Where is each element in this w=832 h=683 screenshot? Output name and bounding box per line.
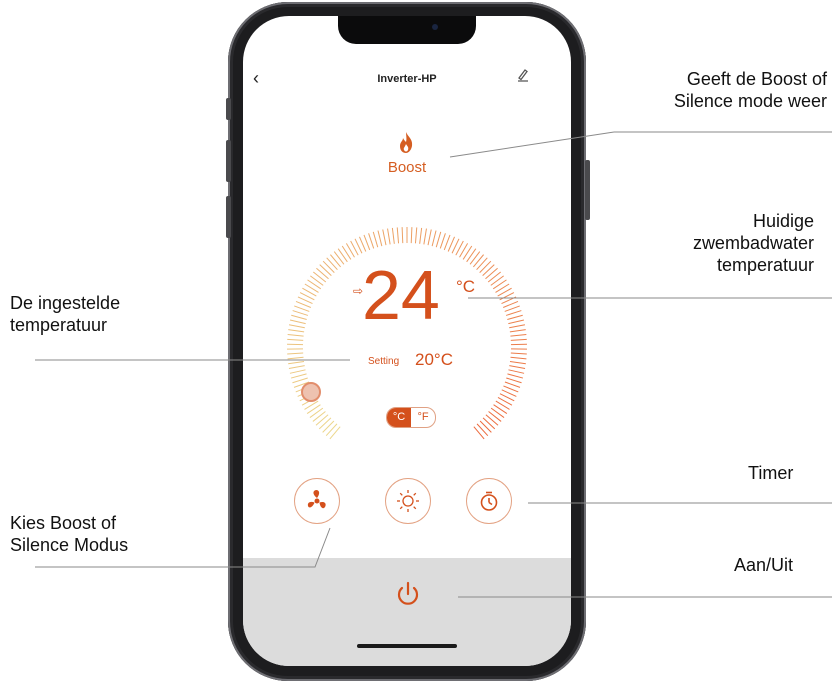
annotation-timer: Timer — [748, 463, 794, 483]
annotation-mode: Geeft de Boost of Silence mode weer — [673, 69, 827, 111]
annotation-mode-select: Kies Boost of Silence Modus — [10, 513, 129, 555]
annotation-current-temp: Huidige zwembadwater temperatuur — [692, 211, 814, 275]
callout-line-mode — [449, 131, 615, 158]
annotation-power: Aan/Uit — [734, 555, 794, 575]
annotation-set-temp: De ingestelde temperatuur — [10, 293, 121, 335]
